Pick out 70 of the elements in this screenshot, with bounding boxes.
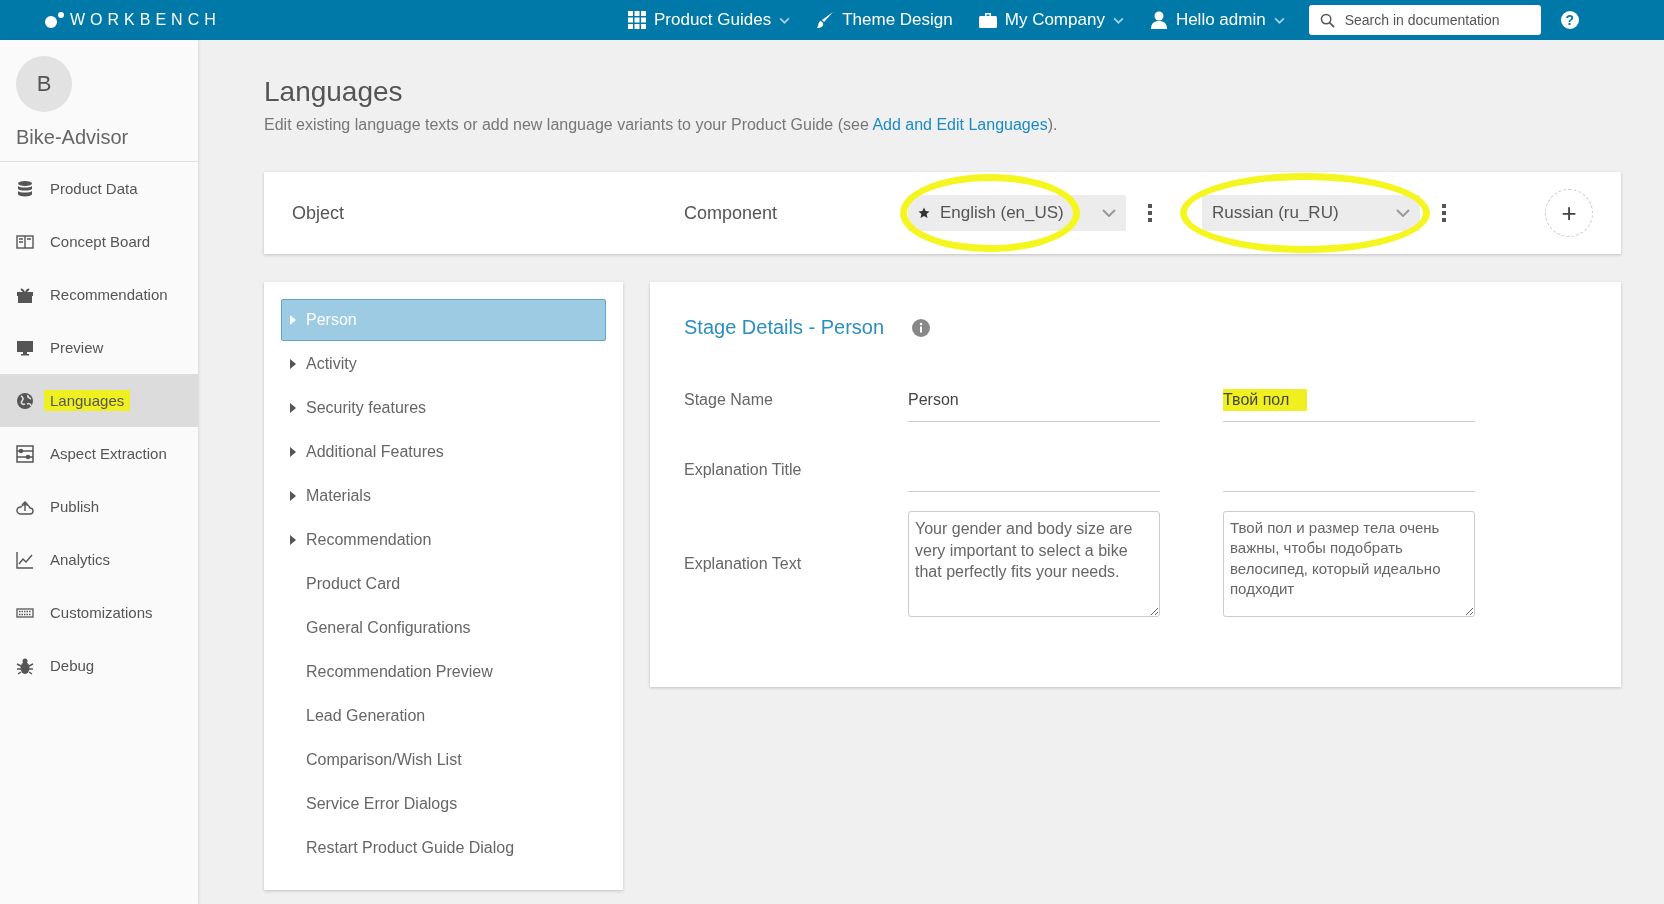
tree-item[interactable]: Comparison/Wish List: [281, 739, 606, 781]
sidebar-item[interactable]: Concept Board: [0, 215, 198, 268]
text-area[interactable]: Твой пол и размер тела очень важны, чтобы подобрать велосипед, который идеально подходит: [1223, 511, 1475, 617]
sidebar-item[interactable]: Debug: [0, 639, 198, 692]
details-title: Stage Details - Person: [684, 316, 885, 339]
sidebar-item[interactable]: Recommendation: [0, 268, 198, 321]
text-field[interactable]: Твой пол: [1223, 378, 1475, 422]
caret-icon: [1396, 209, 1410, 217]
caret-icon: [1102, 209, 1116, 217]
sidebar-item[interactable]: Publish: [0, 480, 198, 533]
grid-icon: [628, 11, 646, 29]
expand-icon: [290, 535, 296, 545]
sidebar-item[interactable]: Aspect Extraction: [0, 427, 198, 480]
tree-item[interactable]: Activity: [281, 343, 606, 385]
tree-item[interactable]: Materials: [281, 475, 606, 517]
tree-item[interactable]: Restart Product Guide Dialog: [281, 827, 606, 869]
tree-item[interactable]: Product Card: [281, 563, 606, 605]
tree-item[interactable]: Additional Features: [281, 431, 606, 473]
user-icon: [1149, 11, 1168, 29]
help-link[interactable]: Add and Edit Languages: [872, 116, 1048, 133]
tree-item[interactable]: Recommendation: [281, 519, 606, 561]
chart-icon: [16, 550, 34, 569]
avatar: B: [16, 56, 72, 112]
tree-item[interactable]: Recommendation Preview: [281, 651, 606, 693]
sidebar-item[interactable]: Preview: [0, 321, 198, 374]
language-dropdown[interactable]: English (en_US): [908, 195, 1126, 231]
help-button[interactable]: ?: [1560, 11, 1579, 29]
language-dropdown[interactable]: Russian (ru_RU): [1202, 195, 1420, 231]
nav-link[interactable]: My Company: [978, 10, 1124, 30]
bug-icon: [16, 656, 34, 675]
expand-icon: [290, 447, 296, 457]
more-icon[interactable]: [1148, 204, 1152, 222]
tree-item[interactable]: Security features: [281, 387, 606, 429]
page-title: Languages: [264, 76, 404, 108]
tree-item[interactable]: Lead Generation: [281, 695, 606, 737]
expand-icon: [290, 491, 296, 501]
globe-icon: [16, 391, 34, 410]
tree-item[interactable]: Service Error Dialogs: [281, 783, 606, 825]
sidebar-item[interactable]: Analytics: [0, 533, 198, 586]
monitor-icon: [16, 338, 34, 357]
column-heading: Object: [292, 202, 346, 224]
nav-link[interactable]: Theme Design: [816, 10, 953, 30]
field-label: Stage Name: [684, 391, 774, 409]
sidebar-item[interactable]: Languages: [0, 374, 198, 427]
search-icon: [1319, 13, 1335, 28]
expand-icon: [290, 359, 296, 369]
expand-icon: [290, 315, 296, 325]
briefcase-icon: [978, 11, 997, 29]
abacus-icon: [16, 444, 34, 463]
field-label: Explanation Text: [684, 555, 803, 573]
expand-icon: [290, 403, 296, 413]
logo-icon: [42, 10, 66, 30]
project-name: Bike-Advisor: [16, 126, 130, 149]
more-icon[interactable]: [1442, 204, 1446, 222]
field-label: Explanation Title: [684, 461, 803, 479]
board-icon: [16, 232, 34, 251]
tree-item[interactable]: General Configurations: [281, 607, 606, 649]
info-icon[interactable]: [912, 318, 931, 337]
sidebar-item[interactable]: Product Data: [0, 162, 198, 215]
intro-text: Edit existing language texts or add new language variants to your Product Guide (see Add and Edit Languages).: [264, 116, 1059, 134]
database-icon: [16, 179, 34, 198]
sidebar-item[interactable]: Customizations: [0, 586, 198, 639]
search-field[interactable]: Search in documentation: [1308, 5, 1541, 35]
nav-link[interactable]: Product Guides: [628, 10, 791, 30]
logo-text: WORKBENCH: [70, 11, 221, 29]
brush-icon: [816, 11, 835, 29]
nav-link[interactable]: Hello admin: [1149, 10, 1285, 30]
text-area[interactable]: Your gender and body size are very important to select a bike that perfectly fits your needs.: [908, 511, 1160, 617]
column-heading: Component: [684, 202, 779, 224]
text-field[interactable]: Person: [908, 378, 1160, 422]
